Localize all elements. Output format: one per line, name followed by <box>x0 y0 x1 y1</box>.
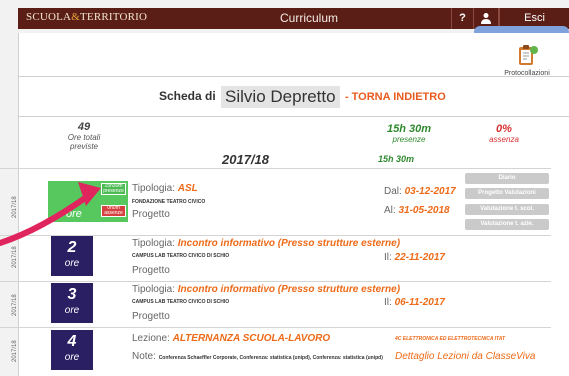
note-label: Note: <box>132 351 156 362</box>
presence-label: presenze <box>392 135 426 144</box>
il-date: 06-11-2017 <box>394 297 445 308</box>
record-year: 2017/18 <box>12 340 18 362</box>
total-hours-value: 49 <box>77 121 91 133</box>
back-link[interactable]: - TORNA INDIETRO <box>345 91 446 103</box>
tipologia-value: Incontro informativo (Presso strutture e… <box>177 238 401 249</box>
clipboard-icon <box>519 45 538 65</box>
page-title: Curriculum <box>280 11 339 25</box>
divider <box>19 116 569 117</box>
note-line: Note: Conferenza Schaeffler Corporate, C… <box>132 351 383 362</box>
record-year: 2017/18 <box>12 294 18 316</box>
ore-number: 4 <box>67 333 77 350</box>
tipologia-value: Incontro informativo (Presso strutture e… <box>177 284 401 295</box>
ore-unit: ore <box>64 258 80 269</box>
protocollazioni-button[interactable]: Protocollazioni <box>497 43 557 77</box>
progetto-valutazioni-button[interactable]: Progetto Valutazioni <box>465 188 549 199</box>
il-label: Il: <box>384 297 392 308</box>
tipologia-label: Tipologia: <box>132 183 175 194</box>
al-line: Al: 31-05-2018 <box>384 205 450 216</box>
student-name: Silvio Depretto <box>221 86 340 108</box>
progetto-label: Progetto <box>132 209 170 220</box>
presence-stat: 15h 30m presenze <box>379 123 439 144</box>
organization: FONDAZIONE TEATRO CIVICO <box>132 199 206 205</box>
organization: CAMPUS LAB TEATRO CIVICO DI SCHIO <box>132 253 230 259</box>
absence-value: 0% <box>496 123 512 135</box>
year-heading: 2017/18 <box>222 152 269 167</box>
help-button[interactable]: ? <box>451 8 473 29</box>
user-icon <box>481 13 491 24</box>
tipologia-line: Tipologia: Incontro informativo (Presso … <box>132 238 400 249</box>
brand-amp: & <box>71 11 80 23</box>
tipologia-line: Tipologia: Incontro informativo (Presso … <box>132 284 400 295</box>
page: SCUOLA&TERRITORIO Curriculum ? Esci Prot… <box>0 0 569 376</box>
dal-label: Dal: <box>384 186 402 197</box>
lezione-label: Lezione: <box>132 333 170 344</box>
valutazione-scol-button[interactable]: Valutazione t. scol. <box>465 204 549 215</box>
tipologia-label: Tipologia: <box>132 238 175 249</box>
divider <box>19 76 569 77</box>
hours-box[interactable]: 3 ore <box>51 283 93 323</box>
ore-number: 3 <box>67 286 77 303</box>
lezione-line: Lezione: ALTERNANZA SCUOLA-LAVORO <box>132 333 330 344</box>
ore-unit: ore <box>64 305 80 316</box>
pointer-arrow-icon <box>0 182 101 246</box>
total-hours-stat: 49 Ore totali previste <box>59 121 109 151</box>
il-label: Il: <box>384 252 392 263</box>
tipologia-label: Tipologia: <box>132 284 175 295</box>
absence-stat: 0% assenza <box>479 123 529 144</box>
hours-box[interactable]: 4 ore <box>51 330 93 370</box>
classe: 4C ELETTRONICA ED ELETTROTECNICA ITAT <box>395 336 505 342</box>
record-year: 2017/18 <box>12 246 18 268</box>
student-header: Scheda di Silvio Depretto - TORNA INDIET… <box>159 86 446 108</box>
il-date: 22-11-2017 <box>394 252 445 263</box>
absence-label: assenza <box>489 135 519 144</box>
brand-logo[interactable]: SCUOLA&TERRITORIO <box>26 11 147 23</box>
dal-line: Dal: 03-12-2017 <box>384 186 456 197</box>
dal-date: 03-12-2017 <box>404 186 456 197</box>
il-line: Il: 22-11-2017 <box>384 252 445 263</box>
dettaglio-link[interactable]: Dettaglio Lezioni da ClasseViva <box>395 351 535 362</box>
brand-suffix: TERRITORIO <box>79 11 148 23</box>
scheda-prefix: Scheda di <box>159 89 216 103</box>
ore-unit: ore <box>64 352 80 363</box>
brand-prefix: SCUOLA <box>26 11 72 23</box>
valutazione-azie-button[interactable]: Valutazione t. azie. <box>465 219 549 230</box>
note-value: Conferenza Schaeffler Corporate, Confere… <box>158 355 383 361</box>
al-date: 31-05-2018 <box>398 205 450 216</box>
lezione-value: ALTERNANZA SCUOLA-LAVORO <box>172 333 331 344</box>
tipologia-line: Tipologia: ASL <box>132 183 198 194</box>
diario-button[interactable]: Diario <box>465 173 549 184</box>
progetto-label: Progetto <box>132 311 170 322</box>
year-hours: 15h 30m <box>378 154 415 164</box>
al-label: Al: <box>384 205 396 216</box>
presence-value: 15h 30m <box>386 123 432 135</box>
tipologia-value: ASL <box>177 183 198 194</box>
il-line: Il: 06-11-2017 <box>384 297 445 308</box>
organization: CAMPUS LAB TEATRO CIVICO DI SCHIO <box>132 299 230 305</box>
progetto-label: Progetto <box>132 265 170 276</box>
